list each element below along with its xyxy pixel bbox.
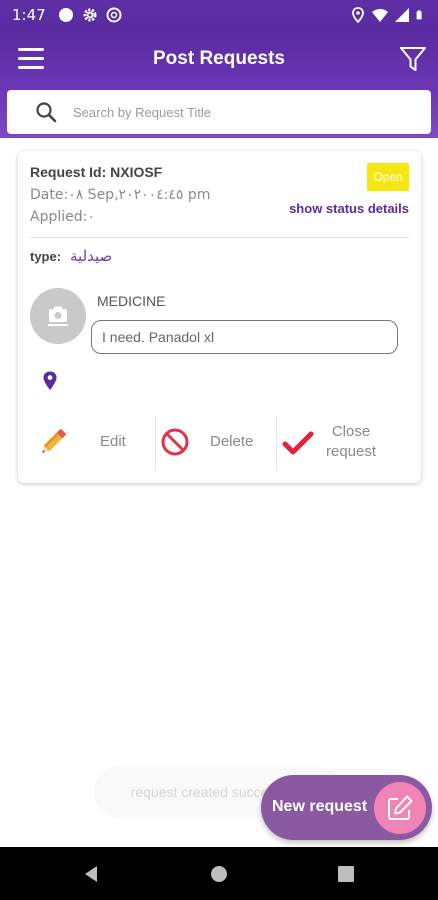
page-title: Post Requests	[153, 48, 285, 69]
gear-icon	[83, 8, 97, 22]
action-separator	[276, 416, 277, 470]
search-icon	[36, 102, 57, 123]
show-status-details-link[interactable]: show status details	[289, 201, 409, 216]
request-description-field[interactable]	[91, 320, 398, 354]
action-separator	[155, 416, 156, 470]
status-time: 1:47	[12, 6, 46, 24]
search-area	[0, 88, 438, 138]
request-category: MEDICINE	[97, 293, 166, 309]
delete-button[interactable]: Delete	[160, 413, 280, 471]
location-pin-icon[interactable]	[42, 371, 58, 391]
signal-icon	[395, 8, 409, 22]
edit-label: Edit	[100, 433, 126, 450]
request-date: Date:٠٨ Sep,٢٠٢٠٠٤:٤٥ pm	[30, 187, 211, 203]
type-value: صيدلية	[70, 247, 113, 265]
system-nav-bar	[0, 847, 438, 900]
status-bar: 1:47	[0, 0, 438, 30]
new-request-button[interactable]: New request	[261, 775, 432, 840]
search-box	[7, 90, 431, 134]
data-saver-icon	[106, 7, 122, 23]
home-icon[interactable]	[209, 864, 229, 884]
card-actions: Edit Delete Close request	[18, 413, 421, 473]
camera-icon	[48, 306, 68, 326]
edit-icon	[374, 782, 426, 834]
close-request-label: Close request	[326, 422, 376, 462]
close-label-line2: request	[326, 443, 377, 460]
divider	[30, 237, 409, 238]
close-request-button[interactable]: Close request	[280, 413, 420, 471]
delete-label: Delete	[210, 433, 254, 450]
filter-icon[interactable]	[398, 44, 428, 74]
menu-icon[interactable]	[18, 48, 44, 70]
wifi-icon	[372, 9, 388, 22]
prohibited-icon	[161, 428, 189, 456]
checkmark-icon	[282, 431, 314, 455]
request-id: Request Id: NXIOSF	[30, 164, 163, 180]
location-icon	[352, 7, 364, 23]
type-label: type:	[30, 249, 62, 264]
app-bar: Post Requests	[0, 30, 438, 88]
new-request-label: New request	[272, 798, 368, 815]
search-input[interactable]	[73, 104, 393, 120]
close-label-line1: Close	[331, 423, 371, 440]
status-badge: Open	[367, 163, 409, 191]
avatar[interactable]	[30, 288, 86, 344]
request-applied-count: Applied:٠	[30, 209, 95, 225]
battery-icon	[416, 10, 422, 20]
recents-icon[interactable]	[336, 864, 356, 884]
request-card[interactable]: Request Id: NXIOSF Date:٠٨ Sep,٢٠٢٠٠٤:٤٥…	[18, 151, 421, 483]
back-icon[interactable]	[82, 864, 102, 884]
circle-icon	[58, 8, 73, 22]
pencil-icon	[42, 428, 67, 453]
edit-button[interactable]: Edit	[36, 413, 156, 471]
